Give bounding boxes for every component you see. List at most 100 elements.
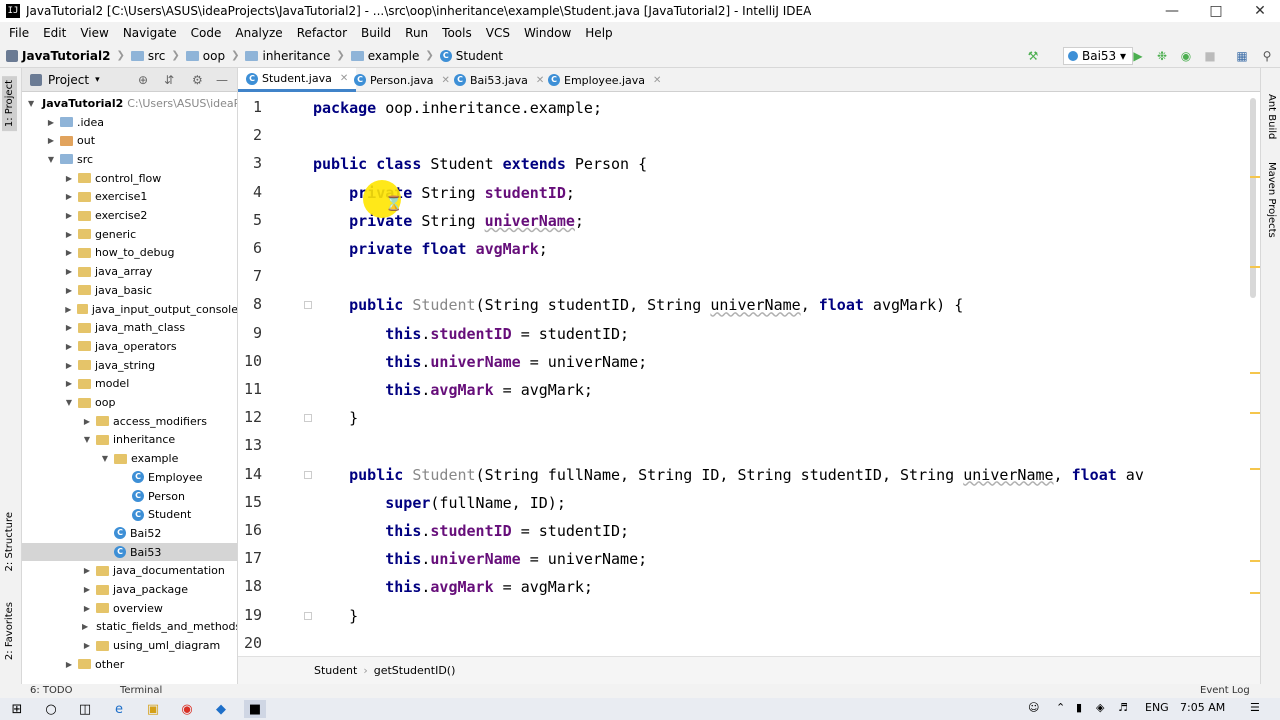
people-icon[interactable]: ☺: [1028, 701, 1039, 714]
collapsed-arrow-icon[interactable]: ▶: [64, 211, 74, 220]
error-stripe-mark[interactable]: [1250, 468, 1260, 470]
menu-refactor[interactable]: Refactor: [290, 26, 354, 40]
expanded-arrow-icon[interactable]: ▼: [82, 435, 92, 444]
volume-icon[interactable]: ♬: [1118, 701, 1128, 714]
tool-tab-maven-projects[interactable]: Maven Projects: [1264, 160, 1279, 240]
tree-item-exercise2[interactable]: ▶ exercise2: [22, 206, 237, 225]
collapsed-arrow-icon[interactable]: ▶: [64, 267, 74, 276]
fold-marker-icon[interactable]: [304, 470, 312, 479]
collapsed-arrow-icon[interactable]: ▶: [82, 566, 92, 575]
tree-item-java-documentation[interactable]: ▶ java_documentation: [22, 562, 237, 581]
collapsed-arrow-icon[interactable]: ▶: [82, 417, 92, 426]
error-stripe-mark[interactable]: [1250, 560, 1260, 562]
tree-item-java-basic[interactable]: ▶ java_basic: [22, 281, 237, 300]
maximize-icon[interactable]: □: [1194, 0, 1238, 22]
tree-item-java-operators[interactable]: ▶ java_operators: [22, 337, 237, 356]
tree-item-generic[interactable]: ▶ generic: [22, 225, 237, 244]
fold-marker-icon[interactable]: [304, 611, 312, 620]
tree-item-static-fields-and-methods[interactable]: ▶ static_fields_and_methods: [22, 618, 237, 637]
debug-icon[interactable]: ❉: [1153, 47, 1171, 65]
code-line[interactable]: private float avgMark;: [313, 239, 548, 259]
project-panel-title[interactable]: Project: [48, 73, 89, 87]
collapsed-arrow-icon[interactable]: ▶: [64, 192, 74, 201]
tab-bai53[interactable]: C Bai53.java ✕: [446, 68, 552, 92]
collapsed-arrow-icon[interactable]: ▶: [82, 585, 92, 594]
tool-tab-structure[interactable]: 2: Structure: [2, 508, 17, 575]
code-line[interactable]: }: [313, 408, 358, 428]
nav-crumb-example[interactable]: example: [350, 49, 419, 63]
code-line[interactable]: this.avgMark = avgMark;: [313, 380, 593, 400]
code-line[interactable]: private String univerName;: [313, 211, 584, 231]
tree-item-student[interactable]: C Student: [22, 505, 237, 524]
project-structure-icon[interactable]: ▦: [1233, 47, 1251, 65]
tool-tab-project[interactable]: 1: Project: [2, 76, 17, 132]
tree-item--idea[interactable]: ▶ .idea: [22, 113, 237, 132]
collapsed-arrow-icon[interactable]: ▶: [46, 136, 56, 145]
expanded-arrow-icon[interactable]: ▼: [46, 155, 56, 164]
app-icon[interactable]: ◆: [210, 700, 232, 718]
nav-crumb-javatutorial2[interactable]: JavaTutorial2: [6, 49, 110, 63]
fold-marker-icon[interactable]: [304, 301, 312, 310]
tree-item-inheritance[interactable]: ▼ inheritance: [22, 431, 237, 450]
gear-icon[interactable]: ⚙: [192, 73, 203, 87]
tool-tab-ant-build[interactable]: Ant Build: [1264, 92, 1279, 141]
nav-crumb-oop[interactable]: oop: [185, 49, 225, 63]
todo-tab[interactable]: 6: TODO: [30, 685, 72, 696]
intellij-taskbar-icon[interactable]: ■: [244, 700, 266, 718]
hide-panel-icon[interactable]: —: [216, 73, 228, 87]
code-line[interactable]: super(fullName, ID);: [313, 493, 566, 513]
error-stripe-mark[interactable]: [1250, 176, 1260, 178]
tree-item-how-to-debug[interactable]: ▶ how_to_debug: [22, 244, 237, 263]
tab-employee[interactable]: C Employee.java ✕: [540, 68, 669, 92]
code-line[interactable]: this.univerName = univerName;: [313, 352, 647, 372]
tool-tab-favorites[interactable]: 2: Favorites: [2, 598, 17, 664]
tree-item-oop[interactable]: ▼ oop: [22, 393, 237, 412]
tree-item-src[interactable]: ▼ src: [22, 150, 237, 169]
menu-tools[interactable]: Tools: [435, 26, 479, 40]
terminal-tab[interactable]: Terminal: [120, 685, 162, 696]
coverage-icon[interactable]: ◉: [1177, 47, 1195, 65]
collapsed-arrow-icon[interactable]: ▶: [64, 305, 73, 314]
collapsed-arrow-icon[interactable]: ▶: [64, 174, 74, 183]
tree-item-using-uml-diagram[interactable]: ▶ using_uml_diagram: [22, 636, 237, 655]
breadcrumb-class[interactable]: Student: [314, 664, 357, 677]
code-line[interactable]: public Student(String fullName, String I…: [313, 465, 1144, 485]
collapsed-arrow-icon[interactable]: ▶: [46, 118, 56, 127]
locate-icon[interactable]: ⊕: [138, 73, 148, 87]
tree-item-java-input-output-console[interactable]: ▶ java_input_output_console: [22, 300, 237, 319]
collapsed-arrow-icon[interactable]: ▶: [64, 248, 74, 257]
error-stripe-mark[interactable]: [1250, 412, 1260, 414]
nav-crumb-src[interactable]: src: [130, 49, 165, 63]
expanded-arrow-icon[interactable]: ▼: [100, 454, 110, 463]
menu-navigate[interactable]: Navigate: [116, 26, 184, 40]
tree-item-control-flow[interactable]: ▶ control_flow: [22, 169, 237, 188]
chrome-icon[interactable]: ◉: [176, 700, 198, 718]
event-log-tab[interactable]: Event Log: [1200, 685, 1250, 696]
tab-person[interactable]: C Person.java ✕: [346, 68, 458, 92]
error-stripe-mark[interactable]: [1250, 592, 1260, 594]
code-line[interactable]: this.univerName = univerName;: [313, 549, 647, 569]
menu-analyze[interactable]: Analyze: [228, 26, 289, 40]
menu-code[interactable]: Code: [184, 26, 229, 40]
code-line[interactable]: this.avgMark = avgMark;: [313, 577, 593, 597]
collapsed-arrow-icon[interactable]: ▶: [64, 323, 74, 332]
run-configuration-select[interactable]: Bai53 ▾: [1063, 47, 1134, 65]
task-view-icon[interactable]: ◫: [74, 700, 96, 718]
error-stripe-mark[interactable]: [1250, 372, 1260, 374]
tree-item-bai53[interactable]: C Bai53: [22, 542, 237, 562]
tree-item-overview[interactable]: ▶ overview: [22, 599, 237, 618]
search-icon[interactable]: ⚲: [1258, 47, 1276, 65]
tree-item-exercise1[interactable]: ▶ exercise1: [22, 188, 237, 207]
minimize-icon[interactable]: —: [1150, 0, 1194, 22]
collapsed-arrow-icon[interactable]: ▶: [64, 230, 74, 239]
notifications-icon[interactable]: ☰: [1250, 701, 1260, 714]
code-line[interactable]: }: [313, 606, 358, 626]
tree-item-java-string[interactable]: ▶ java_string: [22, 356, 237, 375]
collapsed-arrow-icon[interactable]: ▶: [82, 604, 92, 613]
tree-item-bai52[interactable]: C Bai52: [22, 524, 237, 543]
tree-item-other[interactable]: ▶ other: [22, 655, 237, 674]
collapsed-arrow-icon[interactable]: ▶: [82, 641, 92, 650]
tree-item-person[interactable]: C Person: [22, 487, 237, 506]
tab-student[interactable]: C Student.java ✕: [238, 68, 357, 92]
code-line[interactable]: this.studentID = studentID;: [313, 324, 629, 344]
